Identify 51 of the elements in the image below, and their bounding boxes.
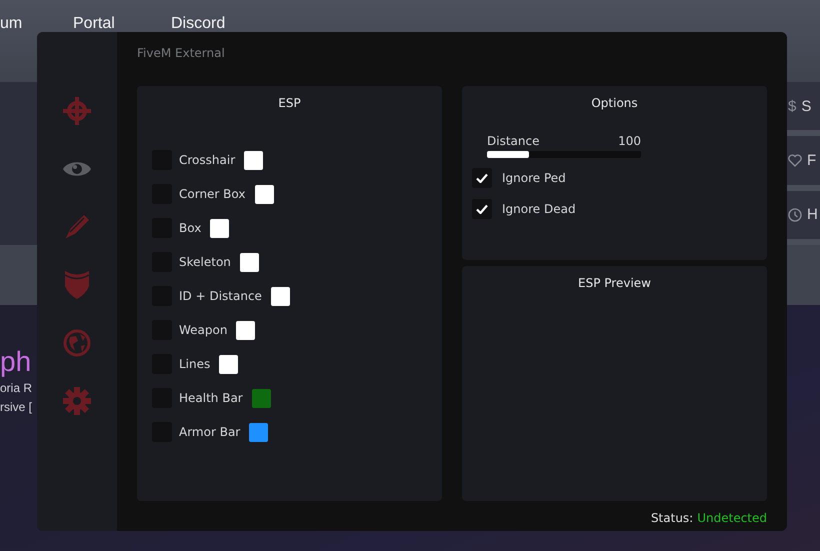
panel-title: ESP Preview — [578, 276, 651, 290]
dollar-sign: $ — [788, 98, 796, 115]
hero-text: rsive [ — [0, 399, 32, 416]
option-label: Ignore Ped — [502, 171, 566, 185]
slider-value: 100 — [618, 134, 641, 148]
shield-icon — [64, 270, 90, 300]
heart-icon — [788, 154, 802, 167]
sidebar-tab[interactable] — [60, 384, 94, 418]
option-label: Armor Bar — [179, 425, 240, 439]
option-label: Crosshair — [179, 153, 236, 167]
option-label: ID + Distance — [179, 289, 262, 303]
panel-title: ESP — [278, 96, 301, 110]
menu-item-label: H — [807, 206, 818, 224]
status-label: Status: — [650, 511, 694, 525]
color-swatch[interactable] — [244, 150, 264, 170]
color-swatch[interactable] — [236, 320, 256, 340]
color-swatch[interactable] — [270, 286, 290, 306]
option-label: Box — [179, 221, 202, 235]
option-label: Ignore Dead — [502, 202, 576, 216]
color-swatch[interactable] — [240, 252, 259, 272]
hero-text: oria R — [0, 380, 32, 397]
clock-icon — [788, 208, 802, 222]
option-label: Corner Box — [179, 187, 246, 201]
menu-item-label: S — [801, 98, 812, 115]
nav-link[interactable]: Discord — [171, 15, 291, 33]
window-title: FiveM External — [137, 46, 226, 62]
option-label: Weapon — [179, 323, 228, 337]
nav-link[interactable]: um — [0, 15, 73, 33]
status-value: Undetected — [697, 511, 767, 525]
panel-title: Options — [591, 96, 638, 110]
color-swatch[interactable] — [210, 218, 230, 238]
check-icon — [476, 204, 488, 214]
gear-icon — [63, 387, 91, 415]
color-swatch[interactable] — [252, 388, 271, 408]
slider-label: Distance — [487, 134, 540, 148]
color-swatch[interactable] — [219, 354, 238, 374]
option-label: Health Bar — [179, 391, 243, 405]
option-label: Skeleton — [179, 255, 231, 269]
nav-link[interactable]: Portal — [73, 15, 171, 33]
color-swatch[interactable] — [249, 422, 268, 442]
crosshair-icon — [62, 96, 92, 126]
check-icon — [476, 173, 488, 183]
hero-title: ph — [0, 345, 32, 379]
distance-slider[interactable] — [487, 151, 641, 158]
menu-item-label: F — [807, 152, 816, 169]
checkbox[interactable] — [472, 168, 492, 188]
sidebar-tab[interactable] — [60, 94, 94, 128]
color-swatch[interactable] — [254, 184, 274, 204]
option-label: Lines — [179, 357, 210, 371]
checkbox[interactable] — [472, 199, 492, 219]
globe-icon — [63, 329, 91, 357]
